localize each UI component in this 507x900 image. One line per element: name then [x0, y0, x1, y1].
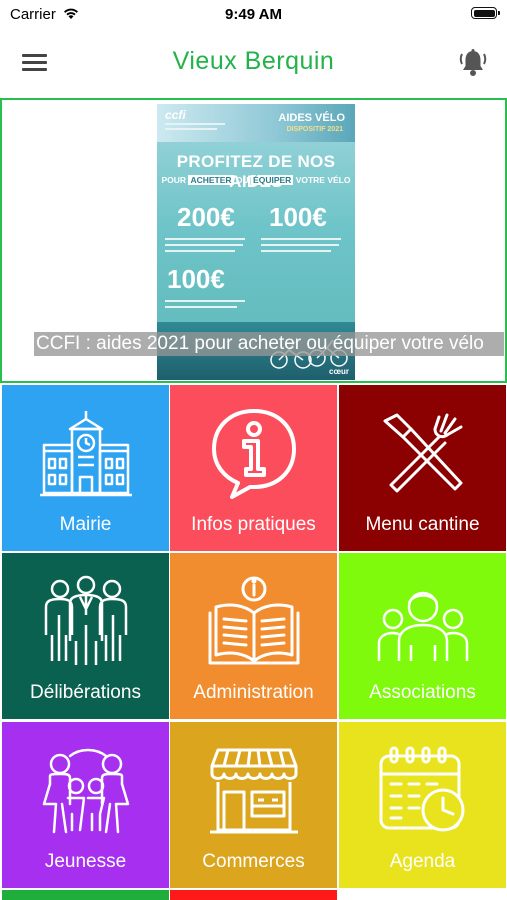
tile-label: Administration: [193, 682, 314, 703]
council-people-icon: [44, 575, 128, 665]
tile-jeunesse[interactable]: Jeunesse: [2, 722, 169, 888]
poster-subheader: DISPOSITIF 2021: [286, 126, 343, 133]
poster-amount: 200€: [177, 202, 235, 232]
town-hall-icon: [40, 411, 132, 497]
open-book-info-icon: [208, 576, 300, 665]
status-bar: Carrier 9:49 AM: [0, 0, 507, 30]
poster-headline: PROFITEZ DE NOS AIDES: [176, 152, 336, 191]
tile-label: Commerces: [202, 851, 305, 872]
tile-partial-next-row[interactable]: [2, 890, 169, 900]
poster-header: AIDES VÉLO: [278, 112, 345, 124]
group-people-icon: [377, 591, 469, 661]
coeur-logo: cœur: [329, 367, 349, 376]
tile-deliberations[interactable]: Délibérations: [2, 553, 169, 719]
calendar-clock-icon: [379, 746, 465, 832]
tile-label: Délibérations: [30, 682, 141, 703]
tile-associations[interactable]: Associations: [339, 553, 506, 719]
youth-family-icon: [42, 748, 130, 834]
tile-label: Agenda: [389, 851, 456, 872]
poster-amount: 100€: [167, 264, 225, 294]
ccfi-logo: ccfi: [165, 108, 186, 122]
shop-storefront-icon: [210, 748, 298, 834]
poster-amount: 100€: [269, 202, 327, 232]
clock-time: 9:49 AM: [225, 6, 282, 23]
tile-infos-pratiques[interactable]: Infos pratiques: [170, 385, 337, 551]
fork-knife-icon: [383, 413, 463, 493]
navigation-bar: Vieux Berquin: [0, 34, 507, 92]
news-banner[interactable]: ccfi AIDES VÉLO DISPOSITIF 2021 PROFITEZ…: [0, 98, 507, 383]
tile-menu-cantine[interactable]: Menu cantine: [339, 385, 506, 551]
tile-partial-next-row[interactable]: [170, 890, 337, 900]
tile-commerces[interactable]: Commerces: [170, 722, 337, 888]
tile-administration[interactable]: Administration: [170, 553, 337, 719]
tile-mairie[interactable]: Mairie: [2, 385, 169, 551]
tile-label: Mairie: [59, 514, 112, 535]
tile-label: Menu cantine: [365, 514, 480, 535]
tile-agenda[interactable]: Agenda: [339, 722, 506, 888]
info-icon: [212, 409, 296, 499]
tile-label: Jeunesse: [44, 851, 127, 872]
poster-tagline: POUR ACHETER OU ÉQUIPER VOTRE VÉLO: [161, 175, 351, 185]
page-title: Vieux Berquin: [172, 47, 335, 75]
banner-caption: CCFI : aides 2021 pour acheter ou équipe…: [34, 332, 504, 356]
battery-icon: [471, 7, 500, 19]
tile-label: Infos pratiques: [191, 514, 316, 535]
notification-bell-icon[interactable]: [456, 46, 490, 80]
tile-label: Associations: [369, 682, 476, 703]
